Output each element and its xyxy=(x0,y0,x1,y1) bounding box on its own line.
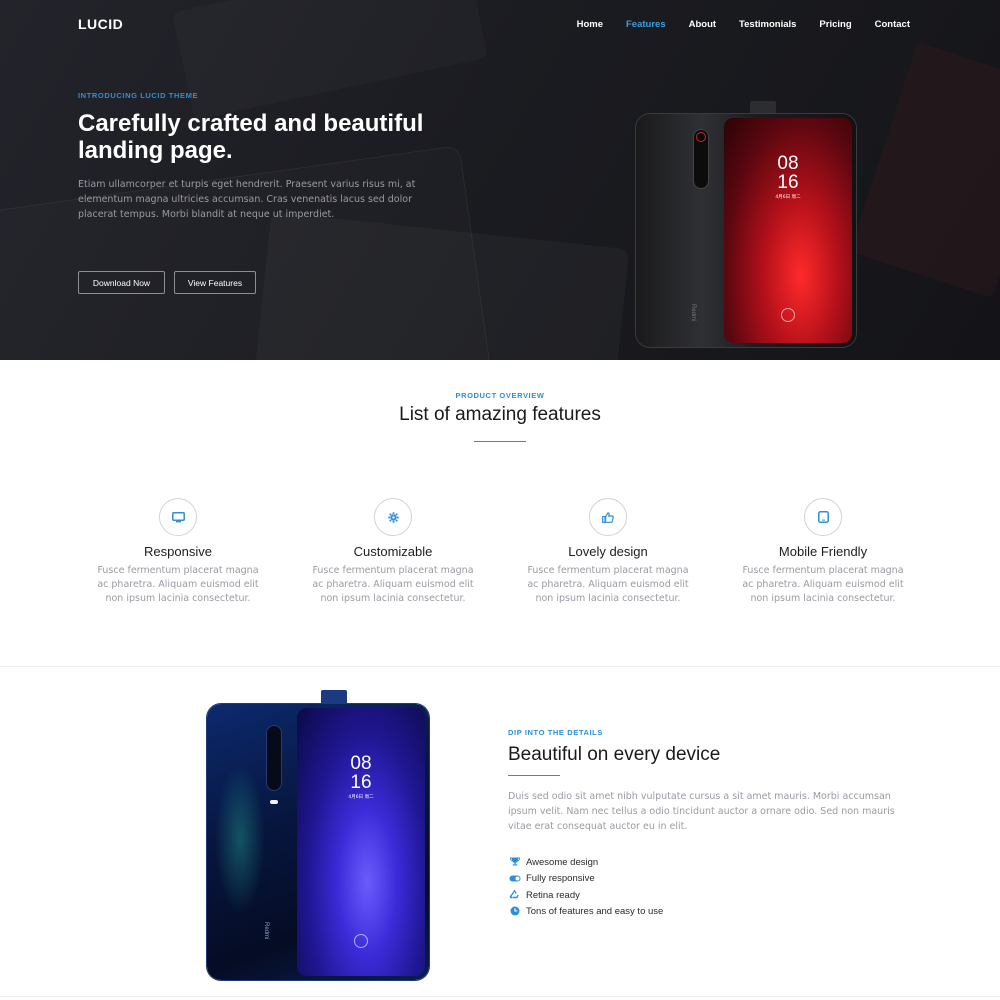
recycle-icon xyxy=(508,889,521,901)
monitor-icon xyxy=(159,498,197,536)
list-item-text: Awesome design xyxy=(526,856,599,868)
nav-menu: Home Features About Testimonials Pricing… xyxy=(554,19,910,30)
phone-back-pattern xyxy=(215,764,265,914)
list-item: Awesome design xyxy=(508,854,663,871)
popup-camera xyxy=(321,690,347,705)
view-features-button[interactable]: View Features xyxy=(174,271,256,294)
tablet-icon xyxy=(804,498,842,536)
nav-item-testimonials[interactable]: Testimonials xyxy=(739,19,796,30)
hero-lead: Etiam ullamcorper et turpis eget hendrer… xyxy=(78,179,416,220)
lockscreen-clock: 08 16 xyxy=(724,154,852,192)
phone-brand-text: Redmi xyxy=(690,304,696,322)
feature-text: Fusce fermentum placerat magna ac pharet… xyxy=(97,565,259,604)
hero-background-book xyxy=(849,42,1000,298)
lockscreen-date: 4月6日 周二 xyxy=(348,795,374,800)
phone-brand-text: Redmi xyxy=(263,922,269,940)
feature-card-customizable: Customizable Fusce fermentum placerat ma… xyxy=(303,498,483,605)
feature-text: Fusce fermentum placerat magna ac pharet… xyxy=(527,565,689,604)
bottom-divider xyxy=(0,996,1000,997)
feature-card-mobile-friendly: Mobile Friendly Fusce fermentum placerat… xyxy=(733,498,913,605)
list-item: Retina ready xyxy=(508,887,663,904)
camera-flash xyxy=(270,800,278,804)
site-logo[interactable]: LUCID xyxy=(78,16,123,32)
feature-title: Customizable xyxy=(353,544,433,559)
list-item-text: Fully responsive xyxy=(526,873,595,885)
nav-item-contact[interactable]: Contact xyxy=(875,19,910,30)
overview-title: List of amazing features xyxy=(399,404,601,425)
details-phone-image: Redmi 08 16 4月6日 周二 xyxy=(207,690,429,980)
feature-title: Mobile Friendly xyxy=(778,544,868,559)
hero-title: Carefully crafted and beautiful landing … xyxy=(78,110,424,164)
feature-text: Fusce fermentum placerat magna ac pharet… xyxy=(312,565,474,604)
phone-screen: 08 16 4月6日 周二 xyxy=(724,118,852,343)
trophy-icon xyxy=(508,857,521,868)
overview-underline xyxy=(474,441,526,442)
feature-title: Lovely design xyxy=(568,544,648,559)
feature-text: Fusce fermentum placerat magna ac pharet… xyxy=(742,565,904,604)
details-description: Duis sed odio sit amet nibh vulputate cu… xyxy=(508,791,895,832)
hero-phone-image: Redmi 08 16 4月6日 周二 xyxy=(636,101,856,347)
details-eyebrow: DIP INTO THE DETAILS xyxy=(508,728,603,737)
lockscreen-clock: 08 16 xyxy=(297,754,425,792)
hero-eyebrow: INTRODUCING LUCID THEME xyxy=(78,91,199,100)
clock-hours: 08 xyxy=(350,753,372,774)
thumbs-up-icon xyxy=(589,498,627,536)
details-underline xyxy=(508,775,560,776)
details-title: Beautiful on every device xyxy=(508,744,721,765)
fingerprint-icon xyxy=(781,308,795,322)
list-item: Tons of features and easy to use xyxy=(508,904,663,921)
lockscreen-date: 4月6日 周二 xyxy=(775,195,801,200)
nav-item-about[interactable]: About xyxy=(689,19,716,30)
hero-background-notebook xyxy=(251,212,630,360)
clock-hours: 08 xyxy=(777,153,799,174)
nav-item-pricing[interactable]: Pricing xyxy=(819,19,851,30)
feature-card-responsive: Responsive Fusce fermentum placerat magn… xyxy=(88,498,268,605)
nav-item-home[interactable]: Home xyxy=(577,19,603,30)
list-item-text: Retina ready xyxy=(526,889,580,901)
overview-eyebrow: PRODUCT OVERVIEW xyxy=(455,391,545,400)
popup-camera xyxy=(750,101,776,115)
feature-card-lovely-design: Lovely design Fusce fermentum placerat m… xyxy=(518,498,698,605)
section-divider xyxy=(0,666,1000,667)
list-item: Fully responsive xyxy=(508,871,663,888)
list-item-text: Tons of features and easy to use xyxy=(526,906,664,918)
feature-title: Responsive xyxy=(144,544,212,559)
clock-minutes: 16 xyxy=(777,172,799,193)
download-now-button[interactable]: Download Now xyxy=(78,271,165,294)
phone-screen: 08 16 4月6日 周二 xyxy=(297,708,425,976)
camera-ring xyxy=(696,132,706,142)
toggle-icon xyxy=(508,874,521,884)
nav-item-features[interactable]: Features xyxy=(626,19,666,30)
clock-icon xyxy=(508,906,521,918)
clock-minutes: 16 xyxy=(350,772,372,793)
hero-section: LUCID Home Features About Testimonials P… xyxy=(0,0,1000,360)
details-feature-list: Awesome design Fully responsive Retina r… xyxy=(508,854,663,920)
rear-camera-module xyxy=(267,726,281,790)
gear-icon xyxy=(374,498,412,536)
main-navigation: LUCID Home Features About Testimonials P… xyxy=(0,0,1000,50)
fingerprint-icon xyxy=(354,934,368,948)
